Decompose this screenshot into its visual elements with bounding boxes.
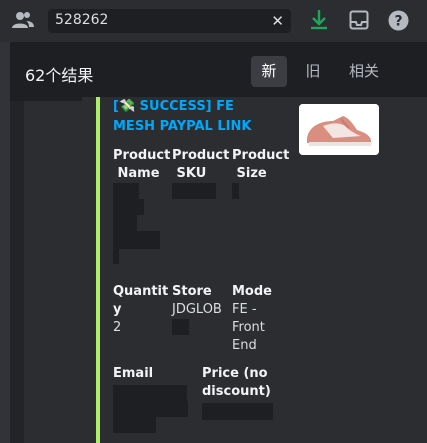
redacted-value	[113, 215, 137, 231]
redacted-value	[232, 183, 239, 199]
embed-thumbnail[interactable]	[299, 104, 379, 155]
redacted-value	[172, 319, 189, 335]
embed-title-link[interactable]: [💸 SUCCESS] FE MESH PAYPAL LINK	[113, 97, 283, 137]
redacted-value	[113, 385, 187, 401]
field-product-size-label: Product Size	[232, 148, 290, 181]
field-quantity-value: 2	[113, 320, 122, 335]
svg-text:?: ?	[394, 14, 402, 30]
field-mode-value: FE - Front End	[232, 302, 265, 353]
field-store-value: JDGLOB	[172, 302, 222, 317]
results-gutter	[10, 101, 24, 443]
embed-title-line: [💸 SUCCESS] FE	[113, 99, 234, 114]
redacted-value	[113, 249, 119, 264]
redacted-value	[113, 199, 144, 215]
results-list: [💸 SUCCESS] FE MESH PAYPAL LINK Product …	[10, 97, 427, 443]
redacted-value	[113, 417, 156, 433]
field-quantity-label: Quantit y	[113, 284, 169, 317]
search-value: 528262	[55, 12, 109, 28]
sort-tab-newest[interactable]: 新	[251, 56, 287, 87]
embed-title-line: MESH PAYPAL LINK	[113, 119, 252, 134]
results-count: 62个结果	[25, 66, 94, 85]
inbox-icon[interactable]	[349, 10, 369, 30]
close-icon[interactable]: ✕	[271, 13, 284, 29]
search-input[interactable]: 528262 ✕	[48, 9, 291, 33]
redacted-value	[113, 231, 160, 249]
field-product-sku-label: Product SKU	[172, 148, 230, 181]
field-price-label: Price (no discount)	[202, 366, 271, 399]
results-header: 62个结果 新 旧 相关	[10, 42, 427, 101]
message-embed[interactable]: [💸 SUCCESS] FE MESH PAYPAL LINK Product …	[82, 97, 427, 443]
redacted-value	[202, 403, 273, 420]
embed-accent-bar	[96, 97, 100, 443]
sort-tab-oldest[interactable]: 旧	[296, 56, 330, 87]
sort-tab-relevant[interactable]: 相关	[340, 56, 388, 87]
help-icon[interactable]: ?	[388, 10, 409, 31]
redacted-value	[113, 401, 188, 417]
top-bar: 528262 ✕ ?	[0, 0, 427, 42]
field-product-name-label: Product Name	[113, 148, 171, 181]
redacted-value	[172, 183, 216, 199]
field-mode-label: Mode	[232, 284, 272, 299]
redacted-value	[113, 183, 139, 199]
field-email-label: Email	[113, 366, 154, 381]
download-icon[interactable]	[309, 9, 329, 31]
sneaker-image	[299, 104, 379, 155]
search-results-panel: 62个结果 新 旧 相关 [💸 SUCCESS] FE MESH PAYPAL …	[10, 42, 427, 443]
field-store-label: Store	[172, 284, 212, 299]
members-icon[interactable]	[12, 10, 34, 30]
